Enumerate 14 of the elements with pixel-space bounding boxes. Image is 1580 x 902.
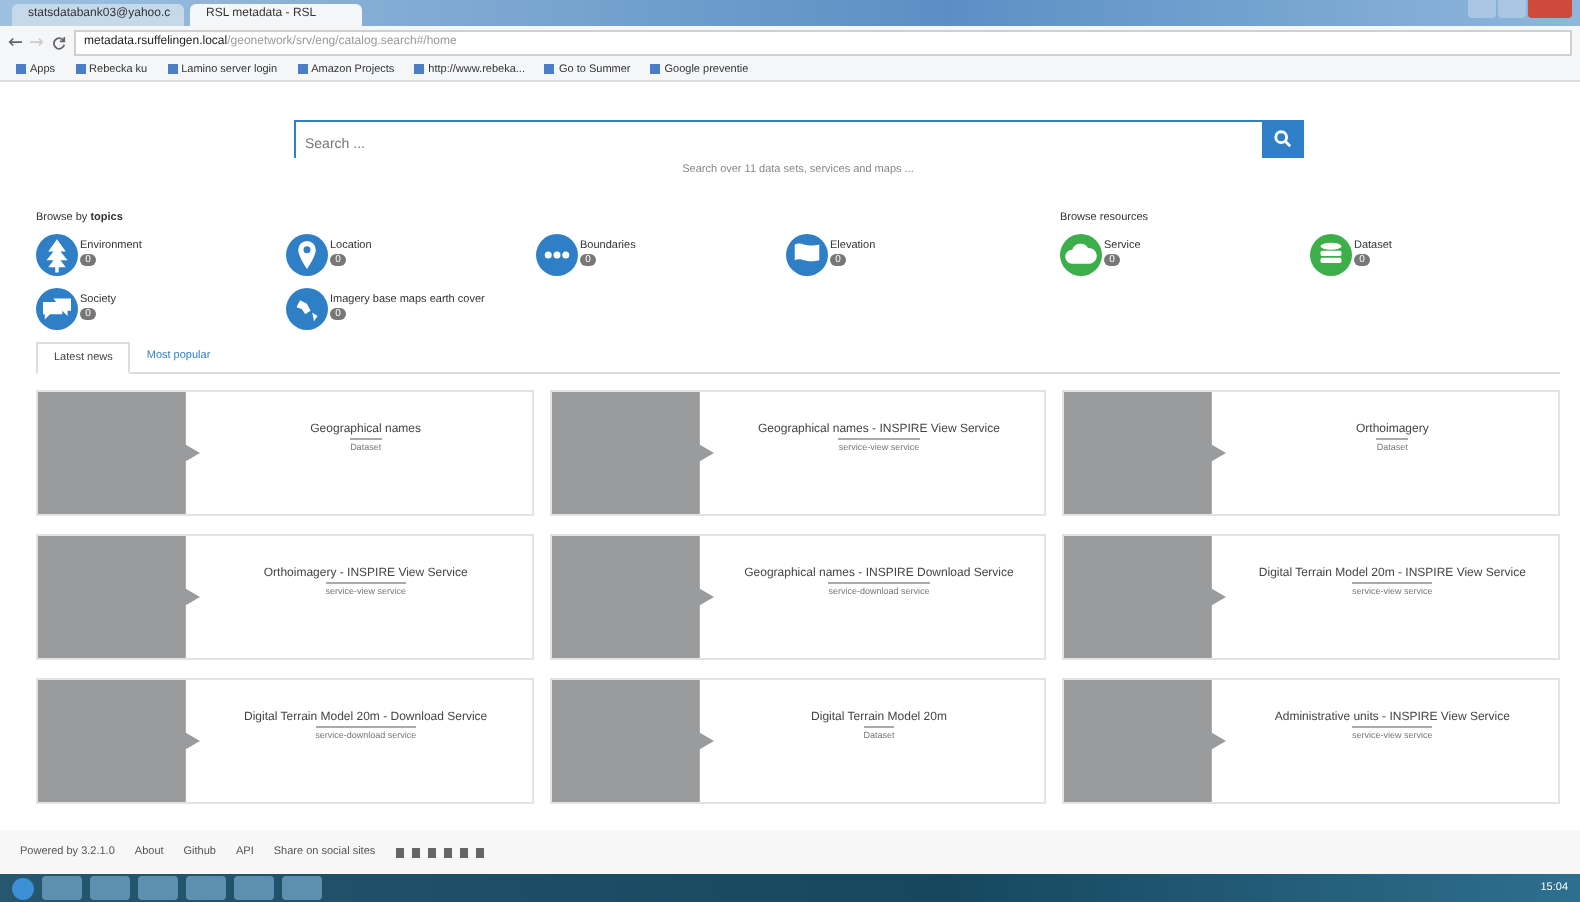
pin-icon[interactable] — [286, 234, 328, 276]
social-icons-drawing[interactable] — [395, 847, 484, 857]
back-icon[interactable] — [8, 36, 22, 48]
chat-icon[interactable] — [36, 288, 78, 330]
search-icon — [1274, 130, 1292, 148]
start-icon[interactable] — [12, 877, 34, 899]
search-button[interactable] — [1263, 120, 1303, 158]
reload-icon[interactable] — [52, 35, 66, 49]
database-icon[interactable] — [1310, 234, 1352, 276]
dots-icon[interactable] — [536, 234, 578, 276]
flag-icon[interactable] — [786, 234, 828, 276]
tree-icon[interactable] — [36, 234, 78, 276]
cloud-icon[interactable] — [1060, 234, 1102, 276]
forward-icon[interactable] — [30, 36, 44, 48]
